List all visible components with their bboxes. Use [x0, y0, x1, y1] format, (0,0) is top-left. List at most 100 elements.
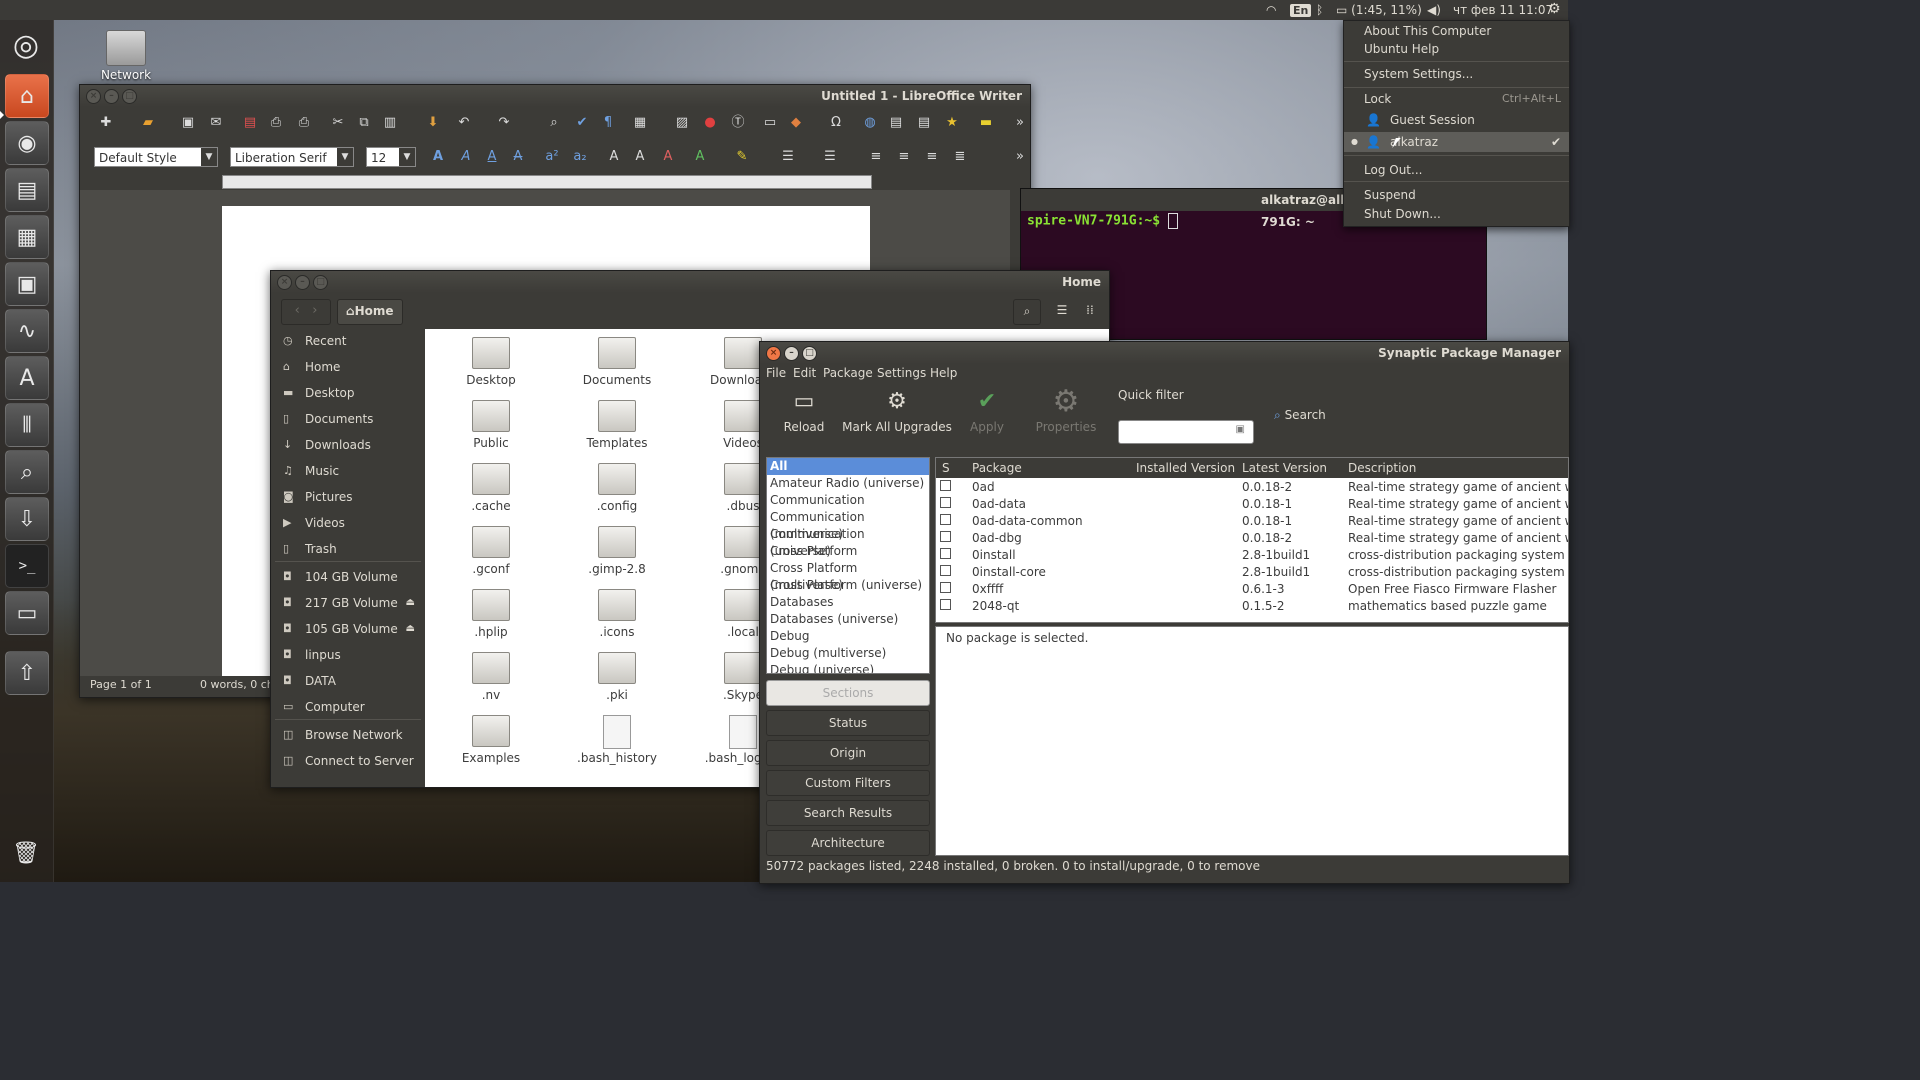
- section-item[interactable]: Debug: [767, 628, 929, 645]
- file-item[interactable]: Examples: [439, 715, 543, 765]
- launcher-audio[interactable]: ∿: [5, 309, 49, 353]
- strikethrough-icon[interactable]: A: [508, 147, 528, 167]
- highlight-icon[interactable]: ✎: [732, 147, 752, 167]
- justify-icon[interactable]: ≣: [950, 147, 970, 167]
- quick-filter-input[interactable]: ▣: [1118, 420, 1254, 444]
- back-forward-buttons[interactable]: ‹ ›: [281, 299, 331, 325]
- custom-filters-button[interactable]: Custom Filters: [766, 770, 930, 796]
- launcher-fonts[interactable]: A: [5, 356, 49, 400]
- formatting-marks-icon[interactable]: ¶: [598, 113, 618, 133]
- file-item[interactable]: .nv: [439, 652, 543, 702]
- battery-indicator[interactable]: ▭ (1:45, 11%): [1336, 2, 1422, 18]
- package-checkbox[interactable]: [940, 480, 951, 491]
- export-pdf-icon[interactable]: ▤: [240, 113, 260, 133]
- menu-lock[interactable]: Lock Ctrl+Alt+L: [1344, 89, 1569, 109]
- undo-icon[interactable]: ↶: [454, 113, 474, 133]
- list-view-button[interactable]: ☰: [1049, 299, 1075, 323]
- image-icon[interactable]: ▨: [672, 113, 692, 133]
- gear-icon[interactable]: ⚙: [1548, 1, 1561, 17]
- launcher-synaptic[interactable]: ⌕: [5, 450, 49, 494]
- writer-titlebar[interactable]: × – □ Untitled 1 - LibreOffice Writer: [80, 85, 1030, 107]
- font-name-select[interactable]: Liberation Serif ▼: [230, 147, 354, 167]
- menu-system-settings[interactable]: System Settings...: [1344, 64, 1569, 84]
- origin-filter-button[interactable]: Origin: [766, 740, 930, 766]
- sidebar-item-home[interactable]: ⌂ Home: [271, 355, 423, 379]
- save-icon[interactable]: ▣: [178, 113, 198, 133]
- launcher-update[interactable]: ⇧: [5, 651, 49, 695]
- sections-filter-button[interactable]: Sections: [766, 680, 930, 706]
- launcher-settings[interactable]: ⫴: [5, 403, 49, 447]
- numbered-list-icon[interactable]: ☰: [820, 147, 840, 167]
- font-size-select[interactable]: 12 ▼: [366, 147, 416, 167]
- align-right-icon[interactable]: ≡: [922, 147, 942, 167]
- special-character-icon[interactable]: Ω: [826, 113, 846, 133]
- table-row[interactable]: 0install-core 2.8-1build1 cross-distributi…: [936, 564, 1568, 581]
- sidebar-item-videos[interactable]: ▶ Videos: [271, 511, 423, 535]
- copy-icon[interactable]: ⧉: [354, 113, 374, 133]
- search-button[interactable]: ⌕ Search: [1274, 408, 1326, 423]
- sidebar-item-browse-network[interactable]: ◫ Browse Network: [271, 723, 423, 747]
- clear-formatting-icon[interactable]: A: [658, 147, 678, 167]
- maximize-icon[interactable]: □: [802, 346, 817, 361]
- header-footer-icon[interactable]: ▤: [914, 113, 934, 133]
- table-row[interactable]: 2048-qt 0.1.5-2 mathematics based puzzle g…: [936, 598, 1568, 615]
- file-item[interactable]: Templates: [565, 400, 669, 450]
- shadow-icon[interactable]: A: [604, 147, 624, 167]
- file-item[interactable]: .hplip: [439, 589, 543, 639]
- toolbar-overflow-icon[interactable]: »: [1010, 147, 1030, 167]
- file-item[interactable]: Public: [439, 400, 543, 450]
- eject-icon[interactable]: ⏏: [406, 617, 415, 641]
- menu-user-alkatraz[interactable]: ● 👤 alkatraz ✔: [1344, 132, 1569, 152]
- paste-icon[interactable]: ▥: [380, 113, 400, 133]
- sidebar-item-217-gb-volume[interactable]: ◘ 217 GB Volume ⏏: [271, 591, 423, 615]
- section-item[interactable]: Cross Platform (universe): [767, 577, 929, 594]
- menu-edit[interactable]: Edit: [793, 366, 816, 380]
- email-icon[interactable]: ✉: [206, 113, 226, 133]
- sidebar-item-104-gb-volume[interactable]: ◘ 104 GB Volume: [271, 565, 423, 589]
- architecture-filter-button[interactable]: Architecture: [766, 830, 930, 856]
- section-item[interactable]: Debug (universe): [767, 662, 929, 673]
- font-color-icon[interactable]: A: [690, 147, 710, 167]
- sidebar-item-downloads[interactable]: ↓ Downloads: [271, 433, 423, 457]
- mark-all-upgrades-button[interactable]: ⚙ Mark All Upgrades: [842, 384, 952, 434]
- table-row[interactable]: 0ad-data-common 0.0.18-1 Real-time strateg…: [936, 513, 1568, 530]
- close-icon[interactable]: ×: [86, 89, 101, 104]
- section-item[interactable]: Communication: [767, 492, 929, 509]
- clock[interactable]: чт фев 11 11:07: [1453, 2, 1553, 18]
- table-row[interactable]: 0xffff 0.6.1-3 Open Free Fiasco Firmware F…: [936, 581, 1568, 598]
- section-item[interactable]: Communication (universe): [767, 526, 929, 558]
- paragraph-style-select[interactable]: Default Style ▼: [94, 147, 218, 167]
- outline-icon[interactable]: A: [630, 147, 650, 167]
- sidebar-item-105-gb-volume[interactable]: ◘ 105 GB Volume ⏏: [271, 617, 423, 641]
- file-item[interactable]: .gconf: [439, 526, 543, 576]
- bold-icon[interactable]: A: [428, 147, 448, 167]
- menu-settings[interactable]: Settings: [877, 366, 926, 380]
- section-item[interactable]: Cross Platform: [767, 543, 929, 560]
- horizontal-ruler[interactable]: [222, 175, 872, 189]
- minimize-icon[interactable]: –: [295, 275, 310, 290]
- launcher-chrome[interactable]: ◉: [5, 121, 49, 165]
- volume-icon[interactable]: ◀): [1427, 2, 1441, 18]
- align-center-icon[interactable]: ≡: [894, 147, 914, 167]
- package-checkbox[interactable]: [940, 497, 951, 508]
- section-item[interactable]: Cross Platform (multiverse): [767, 560, 929, 592]
- launcher-installer[interactable]: ⇩: [5, 497, 49, 541]
- file-item[interactable]: .cache: [439, 463, 543, 513]
- path-bar-home[interactable]: ⌂Home: [337, 299, 403, 325]
- launcher-terminal[interactable]: >_: [5, 544, 49, 588]
- launcher-trash[interactable]: 🗑: [5, 832, 47, 874]
- bluetooth-icon[interactable]: ᛒ: [1316, 2, 1323, 18]
- launcher-writer[interactable]: ▤: [5, 168, 49, 212]
- page-break-icon[interactable]: ▭: [760, 113, 780, 133]
- table-row[interactable]: 0ad-data 0.0.18-1 Real-time strategy game …: [936, 496, 1568, 513]
- maximize-icon[interactable]: □: [313, 275, 328, 290]
- file-item[interactable]: .gimp-2.8: [565, 526, 669, 576]
- align-left-icon[interactable]: ≡: [866, 147, 886, 167]
- find-replace-icon[interactable]: ⌕: [544, 113, 564, 133]
- toolbar-overflow-icon[interactable]: »: [1010, 113, 1030, 133]
- new-document-icon[interactable]: ✚: [96, 113, 116, 133]
- underline-icon[interactable]: A: [482, 147, 502, 167]
- apply-button[interactable]: ✔ Apply: [962, 384, 1012, 434]
- textbox-icon[interactable]: Ⓣ: [728, 113, 748, 133]
- file-item[interactable]: Documents: [565, 337, 669, 387]
